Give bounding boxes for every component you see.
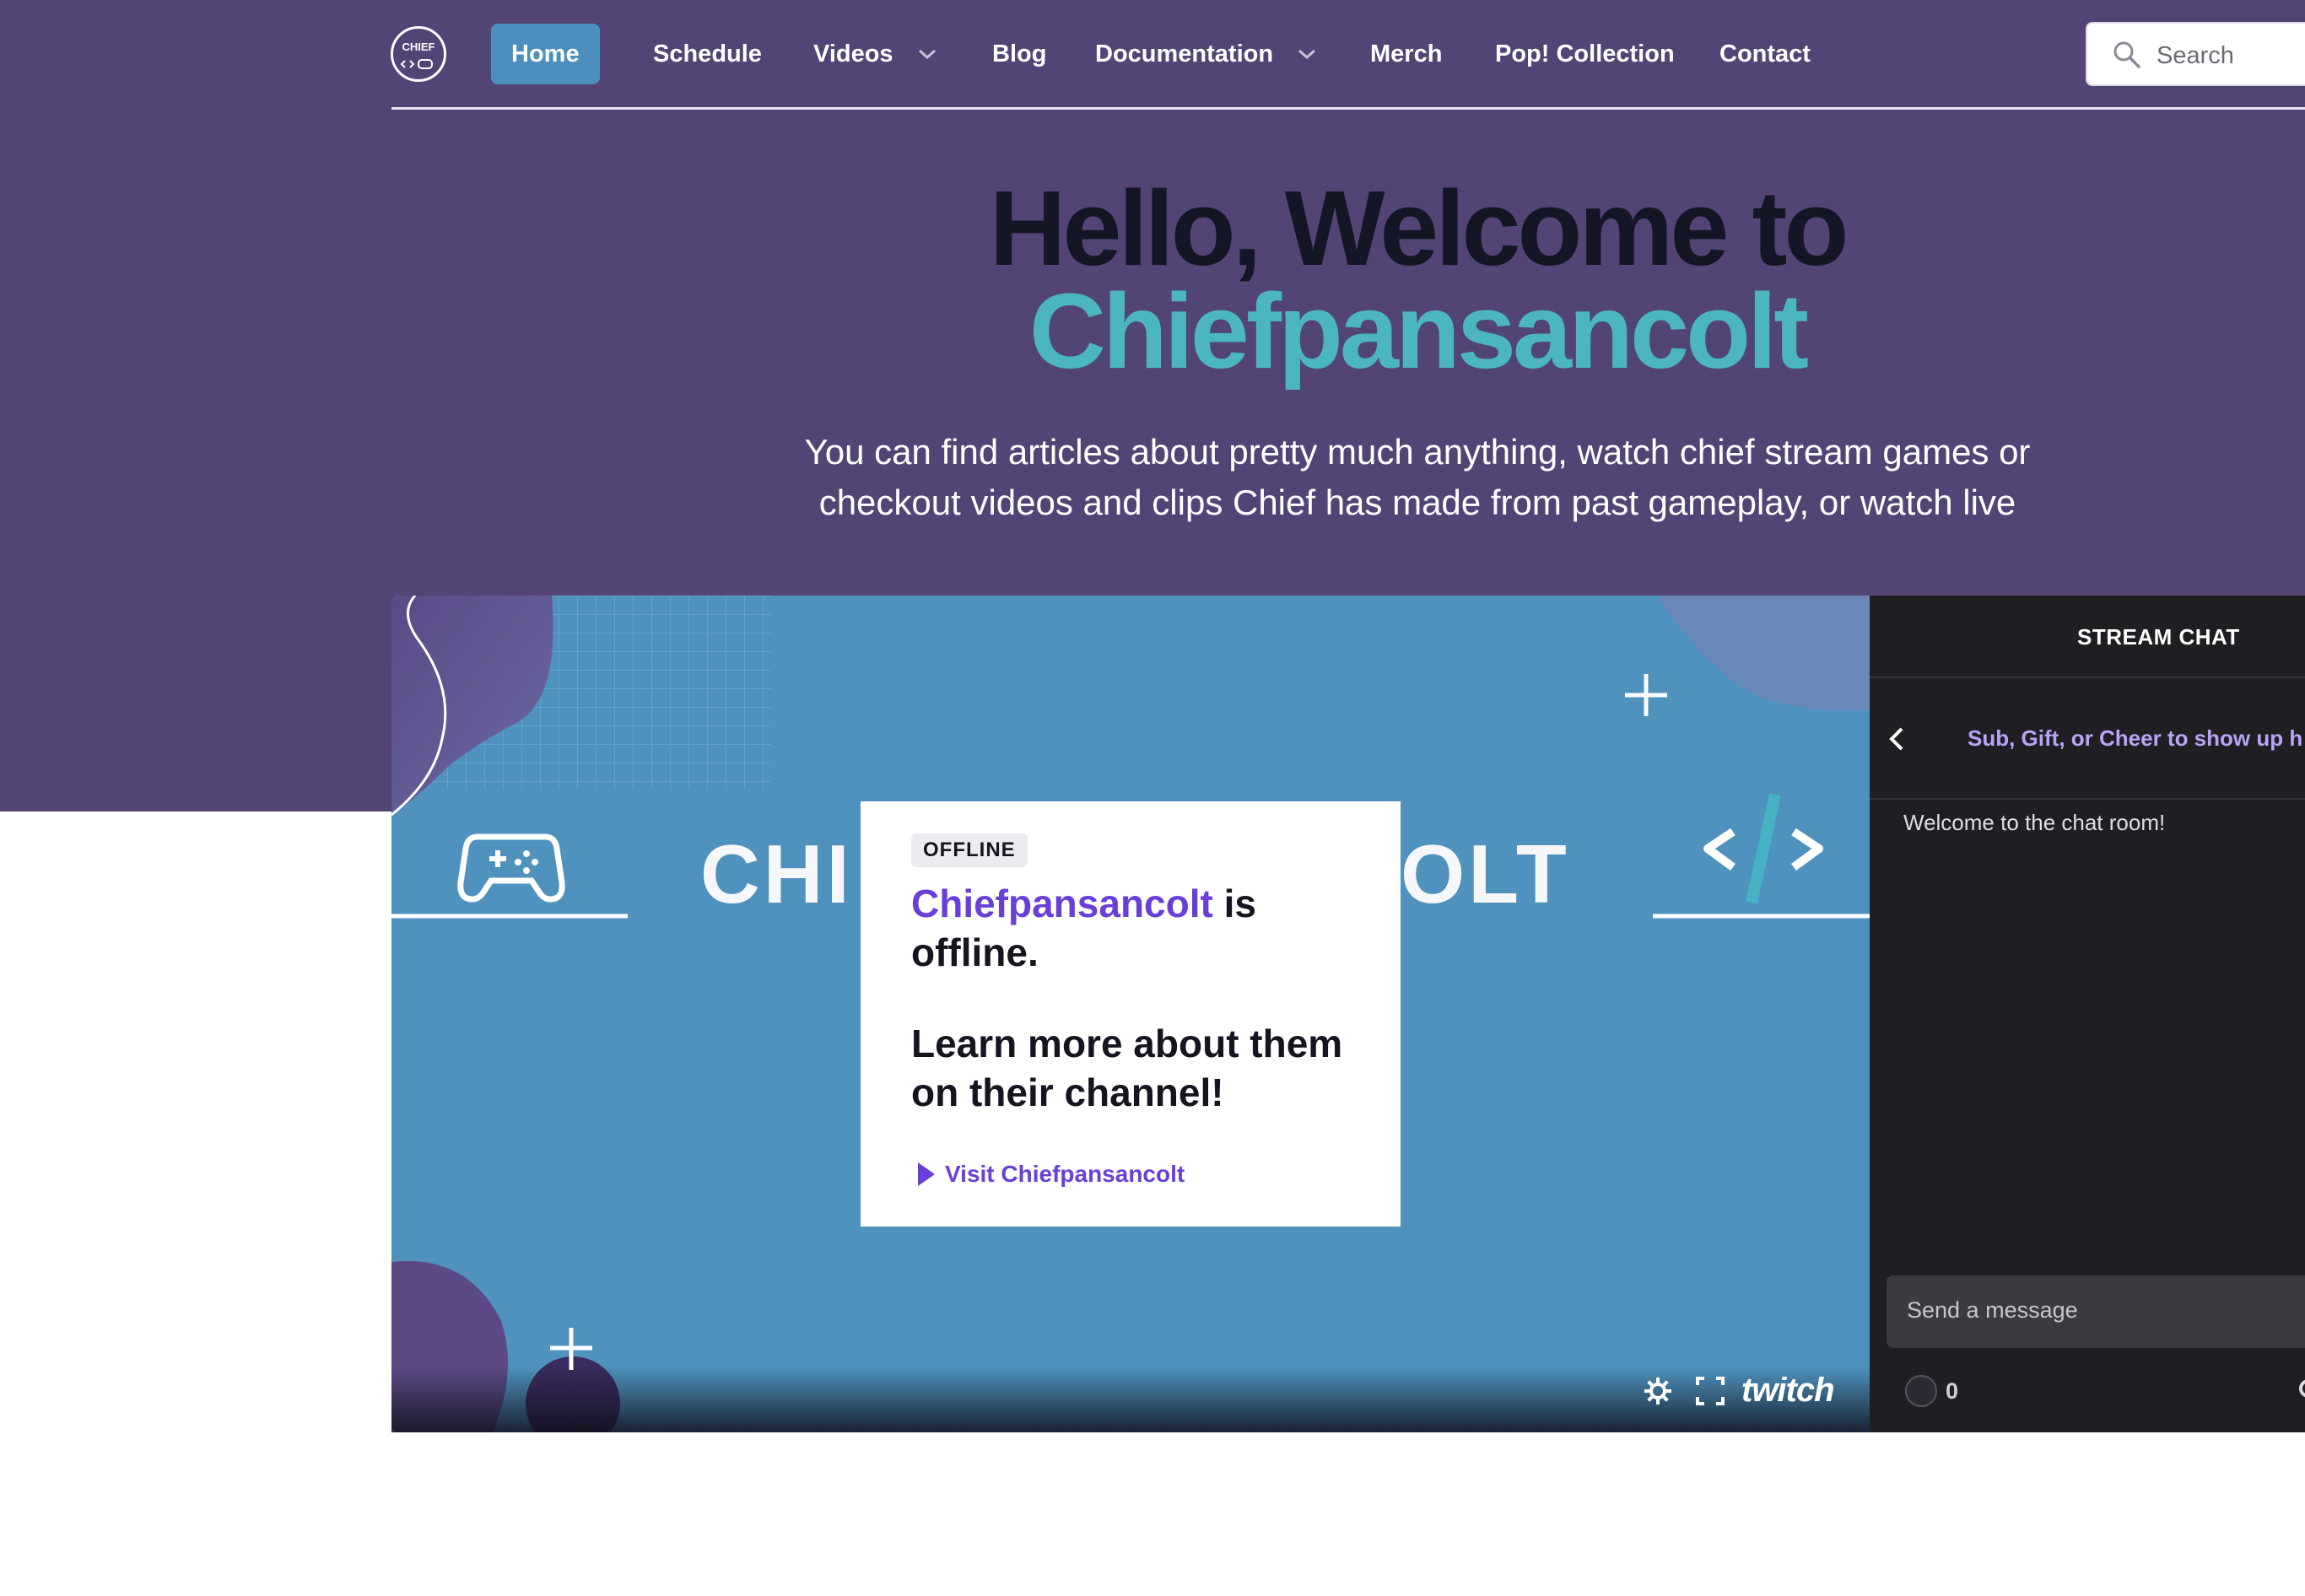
chevron-down-icon — [918, 49, 936, 60]
banner-text-right: OLT — [1401, 828, 1570, 920]
search-placeholder: Search — [2157, 42, 2234, 69]
search-icon — [2113, 41, 2140, 68]
svg-text:CHIEF: CHIEF — [402, 40, 435, 53]
gear-icon[interactable] — [1642, 1375, 1674, 1407]
site-logo[interactable]: CHIEF — [391, 26, 446, 82]
gamepad-icon — [457, 833, 565, 903]
page-title: Hello, Welcome to Chiefpansancolt — [793, 169, 2042, 391]
nav-videos-label: Videos — [813, 40, 893, 67]
nav-merch-label: Merch — [1370, 40, 1443, 67]
fullscreen-icon[interactable] — [1694, 1375, 1726, 1407]
twitch-logo[interactable]: twitch — [1741, 1372, 1835, 1410]
hero-subtitle: You can find articles about pretty much … — [804, 432, 2031, 522]
offline-badge: OFFLINE — [911, 833, 1028, 867]
nav-home[interactable]: Home — [491, 24, 600, 84]
nav-schedule-label: Schedule — [653, 40, 762, 67]
offline-card: OFFLINE Chiefpansancolt is offline. Lear… — [861, 801, 1401, 1227]
code-icon — [1703, 793, 1823, 904]
nav-schedule[interactable]: Schedule — [653, 24, 762, 84]
nav-contact[interactable]: Contact — [1719, 24, 1811, 84]
gear-icon[interactable] — [2293, 1373, 2305, 1404]
nav-documentation[interactable]: Documentation — [1095, 24, 1317, 84]
channel-points-count: 0 — [1946, 1378, 1959, 1404]
nav-pop-collection-label: Pop! Collection — [1495, 40, 1675, 67]
banner-text-left: CHI — [700, 828, 853, 920]
headline-brand-name: Chiefpansancolt — [1028, 272, 1809, 391]
headline-line-1: Hello, Welcome to — [989, 169, 1849, 288]
nav-documentation-label: Documentation — [1095, 40, 1274, 67]
nav-merch[interactable]: Merch — [1370, 24, 1442, 84]
visit-channel-link[interactable]: Visit Chiefpansancolt — [916, 1161, 1185, 1188]
nav-blog-label: Blog — [992, 40, 1047, 67]
chat-sub-banner-text: Sub, Gift, or Cheer to show up h — [1968, 725, 2303, 751]
nav-videos[interactable]: Videos — [813, 24, 937, 84]
offline-message: Chiefpansancolt is offline. — [911, 879, 1384, 977]
channel-name-link[interactable]: Chiefpansancolt — [911, 882, 1213, 925]
search-input[interactable]: Search — [2086, 22, 2305, 86]
nav-divider — [391, 107, 2305, 110]
chat-title: STREAM CHAT — [2077, 624, 2240, 650]
nav-contact-label: Contact — [1719, 40, 1811, 67]
nav-blog[interactable]: Blog — [992, 24, 1046, 84]
chevron-left-icon[interactable] — [1885, 725, 1908, 752]
channel-points-icon[interactable] — [1905, 1375, 1937, 1407]
learn-more-text: Learn more about them on their channel! — [911, 1022, 1343, 1114]
play-icon — [918, 1162, 935, 1186]
visit-channel-label: Visit Chiefpansancolt — [945, 1161, 1185, 1187]
chevron-down-icon — [1298, 49, 1316, 60]
chat-welcome-message: Welcome to the chat room! — [1903, 810, 2166, 835]
chat-input-placeholder: Send a message — [1907, 1297, 2078, 1323]
nav-pop-collection[interactable]: Pop! Collection — [1495, 24, 1675, 84]
nav-home-label: Home — [511, 40, 580, 67]
logo-icon: CHIEF — [400, 40, 435, 69]
